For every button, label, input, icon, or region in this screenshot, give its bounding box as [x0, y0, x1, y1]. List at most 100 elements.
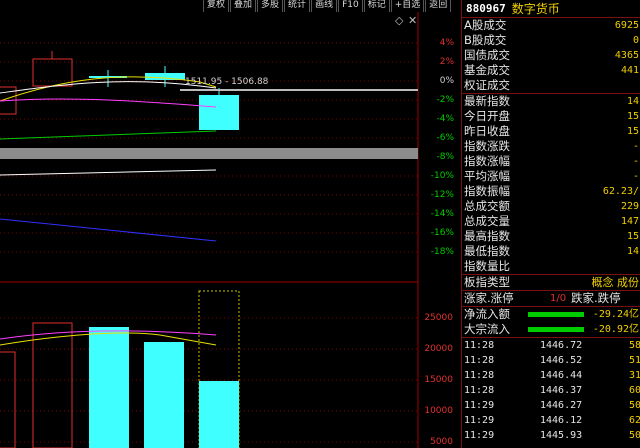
- tick-list: 11:28 1446.72 58 11:28 1446.52 51 11:28 1446.…: [462, 337, 640, 443]
- flow-label: 大宗流入: [464, 322, 510, 336]
- index-label: 最高指数: [464, 229, 510, 243]
- index-value: 147: [620, 216, 639, 227]
- tick-volume: 31: [628, 370, 640, 381]
- stat-label: A股成交: [464, 18, 507, 32]
- index-value: 15: [626, 231, 639, 242]
- tick-time: 11:28: [464, 385, 495, 396]
- tick-price: 1446.12: [540, 415, 583, 426]
- toolbar: 复权 叠加 多股 统计 画线 F10 标记 +自选 返回: [203, 0, 453, 12]
- index-value: 229: [620, 201, 639, 212]
- flow-value: -20.92亿: [592, 324, 639, 335]
- ma-long-line: [0, 169, 217, 176]
- axis-tick: -18%: [430, 247, 454, 257]
- index-value: 62.23/: [602, 186, 639, 197]
- tick-volume: 51: [628, 355, 640, 366]
- category-label: 板指类型: [464, 275, 510, 289]
- index-value: 14: [626, 246, 639, 257]
- stat-row: 基金成交 441: [462, 63, 640, 78]
- add-watchlist-button[interactable]: +自选: [390, 0, 425, 12]
- axis-tick: 10000: [424, 406, 453, 416]
- down-label: 跌家.跌停: [571, 291, 621, 305]
- flow-bar: [528, 312, 584, 317]
- overlay-button[interactable]: 叠加: [230, 0, 257, 12]
- axis-tick: -2%: [436, 95, 454, 105]
- axis-tick: -12%: [430, 190, 454, 200]
- axis-tick: -8%: [436, 152, 454, 162]
- index-row: 最低指数 14: [462, 244, 640, 259]
- stat-row: B股成交 0: [462, 33, 640, 48]
- index-row: 指数量比: [462, 259, 640, 274]
- index-section: 最新指数 14 今日开盘 15 昨日收盘 15 指数涨跌 - 指数涨幅 - 平均涨幅 - 指…: [462, 93, 640, 274]
- back-button[interactable]: 返回: [425, 0, 452, 12]
- updown-label: 涨家.涨停: [464, 291, 514, 305]
- restore-rights-button[interactable]: 复权: [203, 0, 230, 12]
- updown-row: 涨家.涨停 1/0 跌家.跌停: [462, 291, 640, 306]
- kline-chart[interactable]: [0, 0, 461, 448]
- tick-row: 11:28 1446.37 60: [462, 383, 640, 398]
- tick-price: 1446.44: [540, 370, 583, 381]
- axis-tick: -6%: [436, 133, 454, 143]
- index-label: 指数振幅: [464, 184, 510, 198]
- draw-line-button[interactable]: 画线: [311, 0, 338, 12]
- stat-label: B股成交: [464, 33, 507, 47]
- index-value: 15: [626, 111, 639, 122]
- mark-button[interactable]: 标记: [363, 0, 390, 12]
- index-row: 最新指数 14: [462, 94, 640, 109]
- axis-tick: -16%: [430, 228, 454, 238]
- index-row: 总成交额 229: [462, 199, 640, 214]
- axis-tick: 0%: [439, 76, 454, 86]
- f10-button[interactable]: F10: [338, 0, 363, 12]
- tick-time: 11:28: [464, 370, 495, 381]
- candle: [32, 58, 73, 87]
- volume-bar: [32, 322, 73, 448]
- axis-tick: 20000: [424, 344, 453, 354]
- index-row: 指数振幅 62.23/: [462, 184, 640, 199]
- stat-row: A股成交 6925: [462, 18, 640, 33]
- index-label: 指数涨跌: [464, 139, 510, 153]
- tick-row: 11:28 1446.44 31: [462, 368, 640, 383]
- axis-tick: 2%: [439, 57, 454, 67]
- category-value[interactable]: 概念 成份: [592, 275, 640, 290]
- index-row: 昨日收盘 15: [462, 124, 640, 139]
- axis-tick: 15000: [424, 375, 453, 385]
- stat-label: 权证成交: [464, 78, 510, 92]
- index-label: 最新指数: [464, 94, 510, 108]
- index-value: -: [632, 171, 639, 182]
- updown-section: 涨家.涨停 1/0 跌家.跌停: [462, 290, 640, 306]
- close-icon[interactable]: ✕: [408, 15, 417, 27]
- index-row: 指数涨跌 -: [462, 139, 640, 154]
- tick-price: 1446.52: [540, 355, 583, 366]
- diamond-icon[interactable]: ◇: [395, 15, 403, 27]
- index-row: 指数涨幅 -: [462, 154, 640, 169]
- tick-volume: 62: [628, 415, 640, 426]
- axis-tick: 4%: [439, 38, 454, 48]
- stat-row: 国债成交 4365: [462, 48, 640, 63]
- index-value: 14: [626, 96, 639, 107]
- index-label: 昨日收盘: [464, 124, 510, 138]
- ma120-line: [0, 218, 217, 242]
- axis-tick: -14%: [430, 209, 454, 219]
- category-row: 板指类型 概念 成份: [462, 275, 640, 290]
- stat-value: 0: [632, 35, 639, 46]
- turnover-section: A股成交 6925 B股成交 0 国债成交 4365 基金成交 441 权证成交: [462, 18, 640, 93]
- index-row: 今日开盘 15: [462, 109, 640, 124]
- stat-row: 权证成交: [462, 78, 640, 93]
- quote-panel: 880967 数字货币 A股成交 6925 B股成交 0 国债成交 4365 基金成交…: [461, 0, 640, 448]
- stock-name: 数字货币: [511, 2, 560, 16]
- axis-tick: 25000: [424, 313, 453, 323]
- index-value: -: [632, 141, 639, 152]
- index-value: -: [632, 156, 639, 167]
- stat-value: 4365: [614, 50, 639, 61]
- tick-time: 11:29: [464, 430, 495, 441]
- index-label: 平均涨幅: [464, 169, 510, 183]
- index-label: 总成交量: [464, 214, 510, 228]
- stock-code: 880967: [466, 2, 506, 15]
- statistics-button[interactable]: 统计: [284, 0, 311, 12]
- tick-price: 1445.93: [540, 430, 583, 441]
- multi-stock-button[interactable]: 多股: [257, 0, 284, 12]
- flow-label: 净流入额: [464, 307, 510, 321]
- tick-volume: 58: [628, 340, 640, 351]
- updown-ratio: 1/0: [550, 293, 567, 304]
- index-row: 平均涨幅 -: [462, 169, 640, 184]
- stat-label: 基金成交: [464, 63, 510, 77]
